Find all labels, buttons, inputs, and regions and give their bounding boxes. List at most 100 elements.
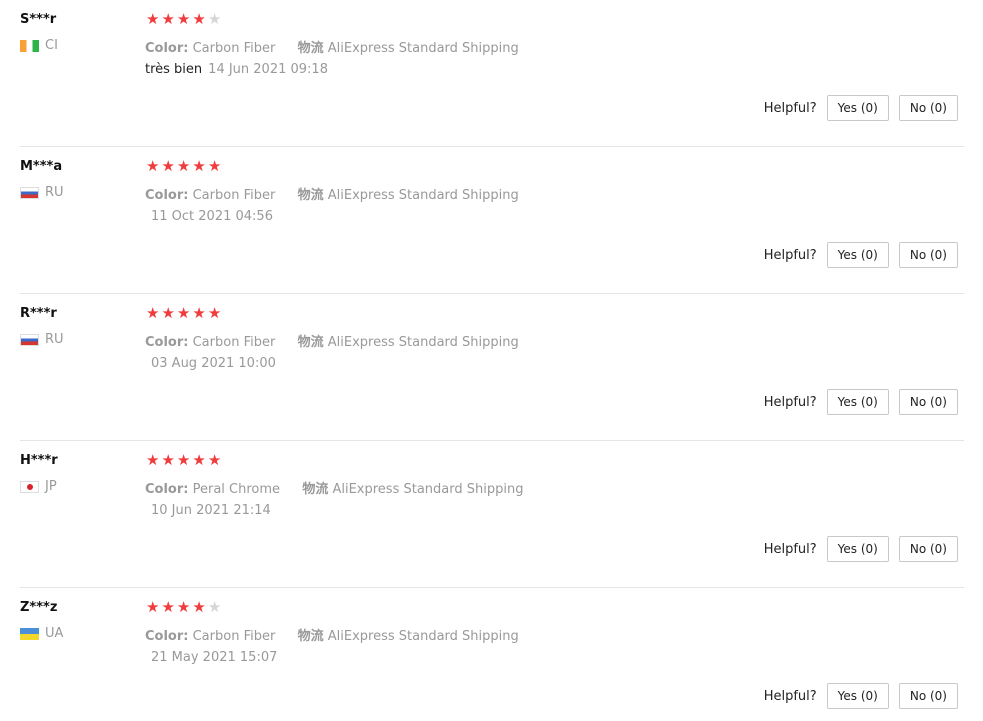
country-code: RU <box>45 332 64 347</box>
color-value: Carbon Fiber <box>192 335 276 350</box>
country-code: JP <box>45 479 57 494</box>
flag-icon <box>20 186 39 199</box>
star-icon: ★ <box>176 10 191 28</box>
review-item: H***r JP ★ ★ ★ ★ ★ Color: Peral Chrome 物… <box>20 441 964 588</box>
shipping-value: AliExpress Standard Shipping <box>327 335 519 350</box>
reviewer-name: R***r <box>20 306 57 321</box>
color-label: Color: <box>145 335 189 350</box>
helpful-section: Helpful? Yes (0) No (0) <box>764 242 958 268</box>
helpful-label: Helpful? <box>763 394 817 410</box>
star-icon: ★ <box>176 598 191 616</box>
star-icon: ★ <box>207 451 222 469</box>
helpful-label: Helpful? <box>763 247 817 263</box>
reviewer-country: RU <box>20 185 64 200</box>
star-icon: ★ <box>161 451 175 469</box>
star-icon: ★ <box>176 157 191 175</box>
flag-icon <box>20 480 39 493</box>
review-item: Z***z UA ★ ★ ★ ★ ★ Color: Carbon Fiber 物… <box>20 588 964 721</box>
star-icon: ★ <box>146 451 160 469</box>
review-meta: Color: Carbon Fiber 物流 AliExpress Standa… <box>145 331 519 350</box>
review-item: S***r CI ★ ★ ★ ★ ★ Color: Carbon Fiber 物… <box>20 0 964 147</box>
star-icon: ★ <box>192 157 206 175</box>
star-icon: ★ <box>146 598 160 616</box>
review-date: 21 May 2021 15:07 <box>151 650 278 665</box>
review-date: 03 Aug 2021 10:00 <box>151 356 276 371</box>
helpful-yes-button[interactable]: Yes (0) <box>826 536 889 562</box>
review-item: R***r RU ★ ★ ★ ★ ★ Color: Carbon Fiber 物… <box>20 294 964 441</box>
reviewer-country: CI <box>20 38 58 53</box>
color-value: Carbon Fiber <box>192 41 276 56</box>
star-rating: ★ ★ ★ ★ ★ <box>146 600 221 615</box>
review-item: M***a RU ★ ★ ★ ★ ★ Color: Carbon Fiber 物… <box>20 147 964 294</box>
star-icon: ★ <box>192 598 206 616</box>
reviewer-name: M***a <box>20 159 63 174</box>
star-icon: ★ <box>161 157 175 175</box>
review-feedback: très bien 14 Jun 2021 09:18 <box>145 62 328 77</box>
star-rating: ★ ★ ★ ★ ★ <box>146 453 221 468</box>
helpful-label: Helpful? <box>763 688 817 704</box>
review-feedback: 10 Jun 2021 21:14 <box>145 503 271 518</box>
helpful-no-button[interactable]: No (0) <box>898 242 958 268</box>
review-feedback: 11 Oct 2021 04:56 <box>145 209 273 224</box>
star-icon: ★ <box>146 157 160 175</box>
star-icon: ★ <box>207 157 222 175</box>
shipping-label: 物流 <box>297 629 324 644</box>
reviewer-name: S***r <box>20 12 57 27</box>
star-empty-icon: ★ <box>207 598 222 616</box>
star-icon: ★ <box>146 304 160 322</box>
reviewer-country: JP <box>20 479 57 494</box>
country-code: CI <box>45 38 58 53</box>
star-rating: ★ ★ ★ ★ ★ <box>146 12 221 27</box>
star-icon: ★ <box>146 10 160 28</box>
helpful-section: Helpful? Yes (0) No (0) <box>764 683 958 709</box>
color-value: Carbon Fiber <box>192 629 276 644</box>
helpful-yes-button[interactable]: Yes (0) <box>826 95 889 121</box>
helpful-yes-button[interactable]: Yes (0) <box>826 389 889 415</box>
star-icon: ★ <box>192 304 206 322</box>
country-code: RU <box>45 185 64 200</box>
country-code: UA <box>45 626 64 641</box>
review-feedback: 21 May 2021 15:07 <box>145 650 277 665</box>
helpful-section: Helpful? Yes (0) No (0) <box>764 389 958 415</box>
helpful-yes-button[interactable]: Yes (0) <box>826 242 889 268</box>
helpful-section: Helpful? Yes (0) No (0) <box>764 95 958 121</box>
color-value: Carbon Fiber <box>192 188 276 203</box>
shipping-label: 物流 <box>297 41 324 56</box>
review-meta: Color: Carbon Fiber 物流 AliExpress Standa… <box>145 37 519 56</box>
shipping-label: 物流 <box>302 482 329 497</box>
reviewer-name: H***r <box>20 453 58 468</box>
helpful-no-button[interactable]: No (0) <box>898 683 958 709</box>
helpful-yes-button[interactable]: Yes (0) <box>826 683 889 709</box>
helpful-label: Helpful? <box>763 100 817 116</box>
color-value: Peral Chrome <box>192 482 281 497</box>
shipping-label: 物流 <box>297 188 324 203</box>
star-empty-icon: ★ <box>207 10 222 28</box>
star-icon: ★ <box>161 598 175 616</box>
star-icon: ★ <box>161 304 175 322</box>
review-date: 11 Oct 2021 04:56 <box>151 209 273 224</box>
color-label: Color: <box>145 188 189 203</box>
review-feedback: 03 Aug 2021 10:00 <box>145 356 276 371</box>
star-icon: ★ <box>176 451 191 469</box>
flag-icon <box>20 333 39 346</box>
shipping-value: AliExpress Standard Shipping <box>327 629 519 644</box>
shipping-label: 物流 <box>297 335 324 350</box>
shipping-value: AliExpress Standard Shipping <box>327 41 519 56</box>
helpful-no-button[interactable]: No (0) <box>898 536 958 562</box>
shipping-value: AliExpress Standard Shipping <box>332 482 524 497</box>
helpful-section: Helpful? Yes (0) No (0) <box>764 536 958 562</box>
helpful-no-button[interactable]: No (0) <box>898 95 958 121</box>
star-icon: ★ <box>176 304 191 322</box>
reviewer-country: UA <box>20 626 63 641</box>
review-meta: Color: Carbon Fiber 物流 AliExpress Standa… <box>145 184 519 203</box>
star-icon: ★ <box>192 451 206 469</box>
helpful-no-button[interactable]: No (0) <box>898 389 958 415</box>
star-icon: ★ <box>161 10 175 28</box>
star-icon: ★ <box>192 10 206 28</box>
color-label: Color: <box>145 629 189 644</box>
flag-icon <box>20 627 39 640</box>
review-meta: Color: Peral Chrome 物流 AliExpress Standa… <box>145 478 523 497</box>
star-rating: ★ ★ ★ ★ ★ <box>146 306 221 321</box>
shipping-value: AliExpress Standard Shipping <box>327 188 519 203</box>
review-meta: Color: Carbon Fiber 物流 AliExpress Standa… <box>145 625 519 644</box>
